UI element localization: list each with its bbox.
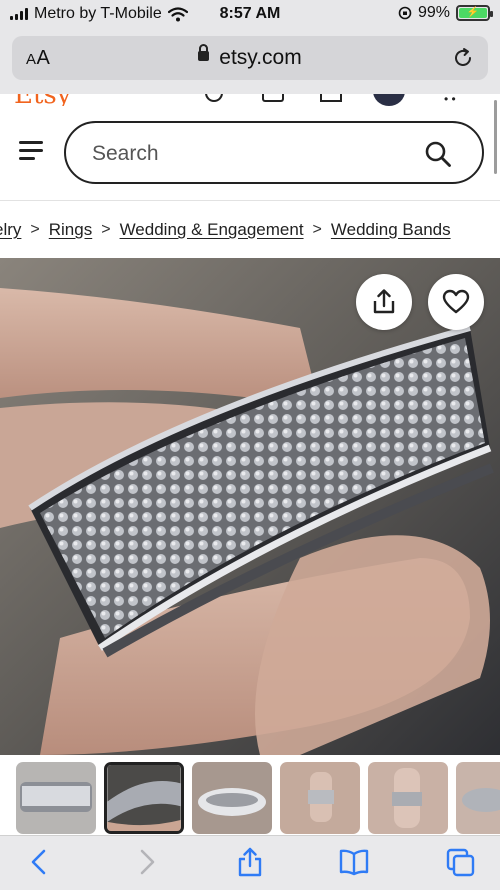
share-page-button[interactable] — [234, 846, 266, 878]
cart-icon[interactable]: • • — [444, 94, 456, 105]
safari-toolbar — [0, 835, 500, 890]
tabs-button[interactable] — [444, 846, 476, 878]
chevron-left-icon — [31, 849, 46, 875]
hamburger-icon[interactable] — [19, 141, 45, 163]
battery-icon: ⚡ — [456, 5, 493, 21]
avatar[interactable] — [373, 94, 405, 106]
favorites-header-icon[interactable] — [205, 94, 223, 102]
breadcrumb-wedding-engagement[interactable]: Wedding & Engagement — [120, 220, 304, 240]
share-icon — [373, 289, 395, 314]
lock-icon — [198, 44, 210, 65]
reload-icon[interactable] — [452, 47, 474, 69]
breadcrumb-separator: > — [101, 221, 111, 238]
thumbnail[interactable] — [368, 762, 448, 834]
thumbnail[interactable] — [456, 762, 500, 834]
search-icon[interactable] — [424, 140, 452, 168]
breadcrumb-separator: > — [30, 221, 40, 238]
favorite-button[interactable] — [428, 274, 484, 330]
status-bar: Metro by T-Mobile 8:57 AM 99% ⚡ — [0, 0, 500, 28]
header-divider — [0, 200, 500, 201]
breadcrumb: elry > Rings > Wedding & Engagement > We… — [0, 218, 451, 242]
search-placeholder: Search — [92, 142, 159, 165]
thumbnail-strip — [0, 755, 500, 835]
breadcrumb-separator: > — [312, 221, 322, 238]
breadcrumb-jewelry[interactable]: elry — [0, 220, 21, 240]
ring-photo — [0, 258, 500, 755]
shop-icon[interactable] — [320, 94, 342, 102]
share-button[interactable] — [356, 274, 412, 330]
url-text: etsy.com — [219, 46, 302, 69]
book-icon — [339, 849, 369, 876]
battery-percent: 99% — [417, 4, 450, 21]
thumbnail-selected[interactable] — [104, 762, 184, 834]
tabs-icon — [446, 848, 475, 877]
status-right: 99% ⚡ — [398, 4, 493, 22]
thumbnail[interactable] — [192, 762, 272, 834]
thumbnail[interactable] — [16, 762, 96, 834]
search-input[interactable]: Search — [64, 121, 484, 184]
notifications-icon[interactable] — [262, 94, 284, 102]
scroll-indicator — [494, 100, 497, 174]
breadcrumb-wedding-bands[interactable]: Wedding Bands — [331, 220, 451, 240]
url-bar[interactable]: AA etsy.com — [12, 36, 488, 80]
battery-charging-icon: ⚡ — [459, 8, 487, 18]
etsy-header-strip: Etsy • • — [0, 94, 500, 106]
bookmarks-button[interactable] — [338, 846, 370, 878]
heart-icon — [442, 289, 470, 314]
back-button[interactable] — [24, 846, 56, 878]
safari-top-chrome: Metro by T-Mobile 8:57 AM 99% ⚡ AA etsy.… — [0, 0, 500, 94]
breadcrumb-rings[interactable]: Rings — [49, 220, 92, 240]
etsy-mobile-page: Metro by T-Mobile 8:57 AM 99% ⚡ AA etsy.… — [0, 0, 500, 890]
product-image[interactable] — [0, 258, 500, 755]
chevron-right-icon — [140, 849, 155, 875]
share-icon — [238, 847, 262, 877]
orientation-lock-icon — [398, 6, 412, 20]
etsy-logo[interactable]: Etsy — [14, 94, 71, 106]
url-display[interactable]: etsy.com — [12, 44, 488, 70]
forward-button[interactable] — [130, 846, 162, 878]
thumbnail[interactable] — [280, 762, 360, 834]
